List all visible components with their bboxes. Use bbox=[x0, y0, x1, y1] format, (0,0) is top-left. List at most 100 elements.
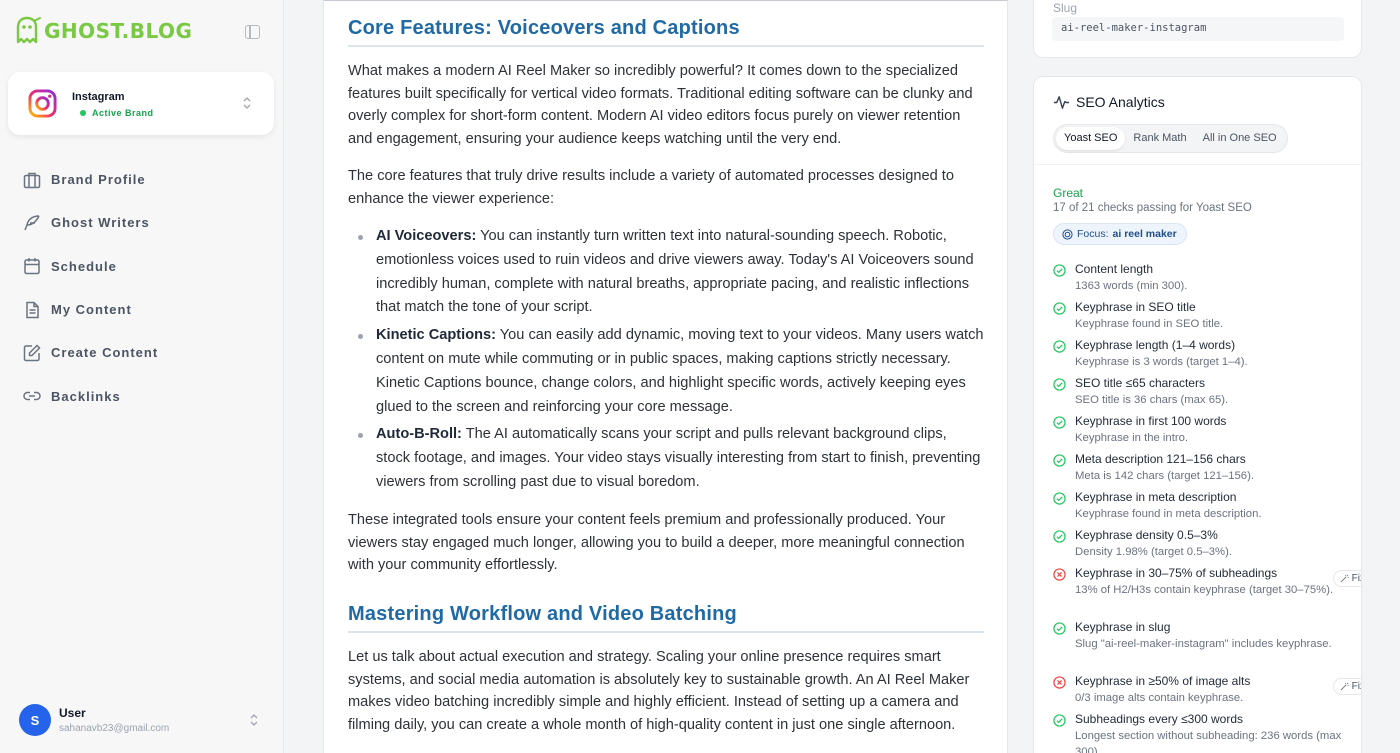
check-detail: 0/3 image alts contain keyphrase. bbox=[1075, 692, 1244, 704]
slug-field[interactable]: ai-reel-maker-instagram bbox=[1052, 17, 1344, 41]
brand-status-label: Active Brand bbox=[92, 108, 154, 118]
feather-icon bbox=[24, 215, 40, 231]
document-icon bbox=[26, 301, 39, 318]
activity-icon bbox=[1053, 96, 1070, 109]
chevron-up-down-icon bbox=[243, 97, 251, 109]
focus-label: Focus: bbox=[1077, 228, 1109, 240]
brand-name: Instagram bbox=[72, 91, 125, 103]
sidebar-item-label: Brand Profile bbox=[51, 172, 146, 188]
instagram-icon bbox=[28, 89, 57, 118]
fix-label: Fix bbox=[1351, 681, 1361, 692]
heading-divider bbox=[348, 631, 984, 633]
fix-label: Fix bbox=[1351, 573, 1361, 584]
seo-score-summary: 17 of 21 checks passing for Yoast SEO bbox=[1053, 202, 1252, 214]
sidebar-item-create-content[interactable]: Create Content bbox=[22, 331, 158, 374]
sidebar-item-backlinks[interactable]: Backlinks bbox=[22, 374, 158, 417]
logo-text: GHOST.BLOG bbox=[44, 19, 193, 43]
section-heading: Core Features: Voiceovers and Captions bbox=[348, 17, 740, 39]
slug-card: Slug ai-reel-maker-instagram bbox=[1033, 0, 1362, 58]
fix-button[interactable]: Fix bbox=[1332, 570, 1361, 587]
sidebar: GHOST.BLOG Instagram Active Brand Brand … bbox=[0, 0, 284, 753]
check-title: Content length bbox=[1075, 262, 1154, 276]
check-title: Subheadings every ≤300 words bbox=[1075, 712, 1244, 726]
seo-plugin-tabs: Yoast SEO Rank Math All in One SEO bbox=[1053, 124, 1288, 153]
seo-analytics-panel: SEO Analytics Yoast SEO Rank Math All in… bbox=[1033, 76, 1362, 753]
chevron-up-down-icon bbox=[250, 714, 258, 726]
check-title: Keyphrase in slug bbox=[1075, 620, 1171, 634]
sidebar-item-label: Schedule bbox=[51, 258, 117, 274]
check-title: Keyphrase in first 100 words bbox=[1075, 414, 1227, 428]
user-name: User bbox=[59, 706, 86, 720]
tab-rank-math[interactable]: Rank Math bbox=[1125, 127, 1194, 150]
magic-wand-icon bbox=[1340, 682, 1349, 691]
sidebar-item-my-content[interactable]: My Content bbox=[22, 288, 158, 331]
check-circle-icon bbox=[1053, 622, 1066, 635]
status-dot bbox=[80, 110, 86, 116]
feature-list: AI Voiceovers: You can instantly turn wr… bbox=[348, 225, 984, 495]
paragraph: These integrated tools ensure your conte… bbox=[348, 512, 965, 573]
check-title: Meta description 121–156 chars bbox=[1075, 452, 1246, 466]
sidebar-item-label: Create Content bbox=[51, 345, 159, 361]
article-editor[interactable]: Core Features: Voiceovers and Captions W… bbox=[323, 0, 1008, 753]
magic-wand-icon bbox=[1340, 574, 1349, 583]
check-detail: 13% of H2/H3s contain keyphrase (target … bbox=[1075, 584, 1334, 596]
sidebar-item-ghost-writers[interactable]: Ghost Writers bbox=[22, 201, 158, 244]
sidebar-item-schedule[interactable]: Schedule bbox=[22, 245, 158, 288]
section-heading: Mastering Workflow and Video Batching bbox=[348, 603, 737, 625]
check-detail: Density 1.98% (target 0.5–3%). bbox=[1075, 546, 1232, 558]
list-item: Auto-B-Roll: The AI automatically scans … bbox=[348, 423, 984, 494]
check-circle-icon bbox=[1053, 302, 1066, 315]
edit-icon bbox=[23, 344, 41, 362]
paragraph: The core features that truly drive resul… bbox=[348, 168, 954, 207]
avatar: S bbox=[19, 704, 51, 736]
check-title: Keyphrase length (1–4 words) bbox=[1075, 338, 1236, 352]
sidebar-nav: Brand Profile Ghost Writers Schedule My … bbox=[22, 158, 158, 418]
fix-button[interactable]: Fix bbox=[1332, 678, 1361, 695]
app-logo[interactable]: GHOST.BLOG bbox=[14, 16, 192, 46]
check-title: Keyphrase density 0.5–3% bbox=[1075, 528, 1218, 542]
list-item-term: Auto-B-Roll: bbox=[376, 426, 462, 443]
check-circle-icon bbox=[1053, 416, 1066, 429]
brand-switcher[interactable]: Instagram Active Brand bbox=[8, 72, 274, 135]
check-circle-icon bbox=[1053, 714, 1066, 727]
link-icon bbox=[23, 391, 41, 401]
list-item-text: The AI automatically scans your script a… bbox=[376, 426, 981, 490]
target-icon bbox=[1062, 228, 1073, 240]
check-detail: Slug "ai-reel-maker-instagram" includes … bbox=[1075, 638, 1332, 650]
check-detail: Longest section without subheading: 236 … bbox=[1075, 730, 1342, 753]
briefcase-icon bbox=[23, 172, 41, 188]
ghost-logo-icon bbox=[16, 16, 41, 44]
check-title: Keyphrase in ≥50% of image alts bbox=[1075, 674, 1251, 688]
check-detail: Keyphrase is 3 words (target 1–4). bbox=[1075, 356, 1248, 368]
check-detail: Meta is 142 chars (target 121–156). bbox=[1075, 470, 1254, 482]
user-email: sahanavb23@gmail.com bbox=[59, 723, 170, 734]
check-detail: SEO title is 36 chars (max 65). bbox=[1075, 394, 1229, 406]
paragraph: Let us talk about actual execution and s… bbox=[348, 649, 970, 733]
check-title: Keyphrase in meta description bbox=[1075, 490, 1237, 504]
check-detail: 1363 words (min 300). bbox=[1075, 280, 1188, 292]
heading-divider bbox=[348, 45, 984, 47]
tab-yoast-seo[interactable]: Yoast SEO bbox=[1056, 127, 1126, 150]
check-circle-icon bbox=[1053, 264, 1066, 277]
check-circle-icon bbox=[1053, 378, 1066, 391]
check-circle-icon bbox=[1053, 454, 1066, 467]
seo-panel-title: SEO Analytics bbox=[1076, 94, 1165, 110]
x-circle-icon bbox=[1053, 676, 1066, 689]
list-item-term: AI Voiceovers: bbox=[376, 228, 477, 244]
check-detail: Keyphrase found in SEO title. bbox=[1075, 318, 1224, 330]
check-detail: Keyphrase found in meta description. bbox=[1075, 508, 1262, 520]
calendar-icon bbox=[24, 258, 40, 275]
user-menu[interactable]: S User sahanavb23@gmail.com bbox=[19, 704, 269, 738]
sidebar-toggle-button[interactable] bbox=[245, 25, 260, 39]
check-circle-icon bbox=[1053, 530, 1066, 543]
sidebar-item-brand-profile[interactable]: Brand Profile bbox=[22, 158, 158, 201]
focus-keyphrase: ai reel maker bbox=[1112, 228, 1177, 240]
seo-score-label: Great bbox=[1053, 186, 1084, 200]
slug-label: Slug bbox=[1053, 1, 1078, 15]
seo-panel-header: SEO Analytics Yoast SEO Rank Math All in… bbox=[1034, 77, 1361, 165]
focus-keyphrase-badge: Focus: ai reel maker bbox=[1053, 223, 1187, 245]
sidebar-item-label: Ghost Writers bbox=[51, 215, 150, 231]
check-title: SEO title ≤65 characters bbox=[1075, 376, 1205, 390]
tab-all-in-one-seo[interactable]: All in One SEO bbox=[1195, 127, 1285, 150]
sidebar-item-label: Backlinks bbox=[51, 388, 121, 404]
